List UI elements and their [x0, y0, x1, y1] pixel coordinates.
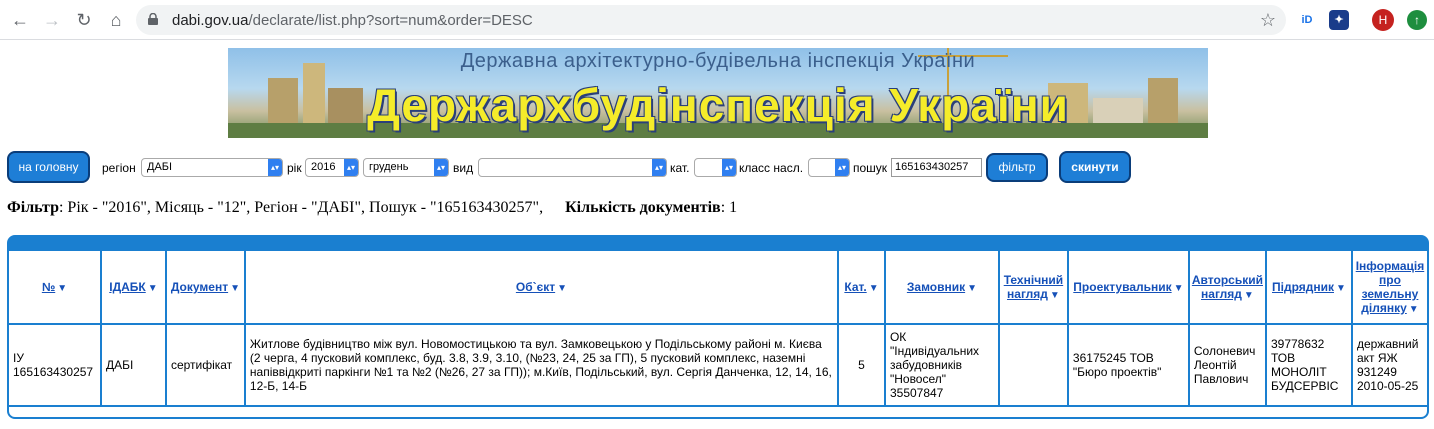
table-row: ІУ 165163430257 ДАБІ сертифікат Житлове … [9, 325, 1427, 405]
type-label: вид [453, 161, 474, 175]
browser-toolbar: ← → ↻ ⌂ dabi.gov.ua/declarate/list.php?s… [0, 0, 1434, 40]
declarations-table: № ▼ ІДАБК ▼ Документ ▼ Об`єкт ▼ Кат. ▼ Замовн… [7, 249, 1429, 407]
sort-down-icon[interactable]: ▼ [1244, 290, 1254, 301]
column-header-document[interactable]: Документ ▼ [166, 251, 244, 323]
lock-icon [148, 13, 158, 25]
column-header-designer[interactable]: Проектувальник ▼ [1068, 251, 1188, 323]
back-arrow-icon[interactable]: ← [8, 8, 32, 32]
column-header-category[interactable]: Кат. ▼ [839, 251, 884, 323]
column-header-num[interactable]: № ▼ [9, 251, 100, 323]
cell-object: Житлове будівництво між вул. Новомостиць… [245, 325, 838, 405]
chevron-down-icon: ▴▾ [344, 159, 358, 176]
forward-arrow-icon[interactable]: → [40, 8, 64, 32]
update-arrow-icon[interactable]: ↑ [1407, 10, 1427, 30]
year-select[interactable]: 2016 ▴▾ [305, 158, 359, 177]
sort-down-icon[interactable]: ▼ [967, 283, 977, 294]
banner-title: Держархбудінспекція України [367, 79, 1069, 131]
extension-id-icon[interactable]: iD [1297, 10, 1317, 30]
region-label: регіон [102, 161, 136, 175]
chevron-down-icon: ▴▾ [835, 159, 849, 176]
class-label: класс насл. [739, 161, 804, 175]
cell-idabk: ДАБІ [101, 325, 165, 405]
filter-summary: Фільтр: Рік - "2016", Місяць - "12", Рег… [7, 199, 738, 216]
extension-icon[interactable]: ✦ [1329, 10, 1349, 30]
sort-down-icon[interactable]: ▼ [1050, 290, 1060, 301]
column-header-tech-supervision[interactable]: Технічний нагляд ▼ [999, 251, 1067, 323]
panel-footer [9, 407, 1427, 417]
type-select[interactable]: ▴▾ [478, 158, 667, 177]
cell-contractor: 39778632 ТОВ МОНОЛІТ БУДСЕРВІС [1266, 325, 1351, 405]
cell-num: ІУ 165163430257 [9, 325, 100, 405]
column-header-author-supervision[interactable]: Авторський нагляд ▼ [1189, 251, 1265, 323]
chevron-down-icon: ▴▾ [652, 159, 666, 176]
sort-down-icon[interactable]: ▼ [1409, 304, 1419, 315]
filter-button[interactable]: фільтр [986, 153, 1048, 182]
cell-category: 5 [839, 325, 884, 405]
year-label: рік [287, 161, 302, 175]
category-select[interactable]: ▴▾ [694, 158, 737, 177]
region-select[interactable]: ДАБІ ▴▾ [141, 158, 283, 177]
column-header-object[interactable]: Об`єкт ▼ [245, 251, 838, 323]
cell-tech-supervision [999, 325, 1067, 405]
url-text: dabi.gov.ua/declarate/list.php?sort=num&… [172, 12, 533, 29]
reload-icon[interactable]: ↻ [72, 8, 96, 32]
reset-button[interactable]: скинути [1059, 151, 1131, 183]
search-label: пошук [853, 161, 888, 175]
column-header-contractor[interactable]: Підрядник ▼ [1266, 251, 1351, 323]
sort-down-icon[interactable]: ▼ [148, 283, 158, 294]
site-banner: Державна архітектурно-будівельна інспекц… [228, 48, 1208, 138]
cell-document: сертифікат [166, 325, 244, 405]
home-icon[interactable]: ⌂ [104, 8, 128, 32]
column-header-idabk[interactable]: ІДАБК ▼ [101, 251, 165, 323]
sort-down-icon[interactable]: ▼ [557, 283, 567, 294]
chevron-down-icon: ▴▾ [722, 159, 736, 176]
category-label: кат. [670, 161, 690, 175]
sort-down-icon[interactable]: ▼ [869, 283, 879, 294]
search-input[interactable]: 165163430257 [891, 158, 982, 177]
sort-down-icon[interactable]: ▼ [230, 283, 240, 294]
home-button[interactable]: на головну [7, 151, 90, 183]
bookmark-star-icon[interactable]: ☆ [1260, 10, 1276, 31]
cell-customer: ОК "Індивідуальних забудовників "Новосел… [885, 325, 998, 405]
column-header-customer[interactable]: Замовник ▼ [885, 251, 998, 323]
column-header-land-info[interactable]: Інформація про земельну ділянку ▼ [1352, 251, 1427, 323]
cell-designer: 36175245 ТОВ "Бюро проектів" [1068, 325, 1188, 405]
cell-land-info: державний акт ЯЖ 931249 2010-05-25 [1352, 325, 1427, 405]
class-select[interactable]: ▴▾ [808, 158, 850, 177]
chevron-down-icon: ▴▾ [268, 159, 282, 176]
sort-down-icon[interactable]: ▼ [57, 283, 67, 294]
banner-subtitle: Державна архітектурно-будівельна інспекц… [460, 50, 976, 72]
sort-down-icon[interactable]: ▼ [1336, 283, 1346, 294]
month-select[interactable]: грудень ▴▾ [363, 158, 449, 177]
sort-down-icon[interactable]: ▼ [1174, 283, 1184, 294]
chevron-down-icon: ▴▾ [434, 159, 448, 176]
profile-avatar[interactable]: H [1372, 9, 1394, 31]
cell-author-supervision: Солоневич Леонтій Павлович [1189, 325, 1265, 405]
address-bar[interactable]: dabi.gov.ua/declarate/list.php?sort=num&… [136, 5, 1286, 35]
